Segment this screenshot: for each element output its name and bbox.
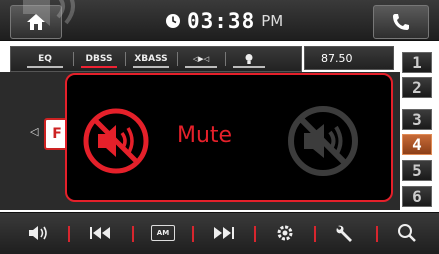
tab-balance-label: ◁▶◁	[192, 55, 210, 63]
muted-speaker-icon[interactable]	[287, 105, 359, 177]
tab-dbss-label: DBSS	[85, 54, 113, 64]
preset-3-label: 3	[412, 110, 422, 129]
clock: 03:38 PM	[165, 9, 283, 33]
tab-xbass[interactable]: XBASS	[129, 49, 173, 69]
car-stereo-screen: 03:38 PM EQ DBSS XBASS ◁▶◁ 87.50 1 2 3 4…	[0, 0, 439, 254]
am-band-button[interactable]: AM	[148, 221, 178, 245]
divider	[68, 226, 70, 242]
tab-underline	[133, 66, 169, 68]
previous-track-icon	[90, 227, 110, 239]
frequency-value: 87.50	[321, 51, 353, 65]
settings-icon	[277, 225, 293, 241]
divider	[125, 52, 126, 66]
search-button[interactable]	[392, 221, 422, 245]
tab-underline	[81, 66, 117, 68]
mute-label: Mute	[177, 123, 233, 148]
lightbulb-icon	[245, 54, 253, 64]
preset-2-button[interactable]: 2	[402, 77, 432, 98]
top-bar: 03:38 PM	[0, 0, 439, 41]
mute-speaker-icon[interactable]	[82, 107, 150, 175]
divider	[254, 226, 256, 242]
mute-popup: Mute	[65, 73, 393, 202]
preset-5-label: 5	[412, 161, 422, 180]
search-icon	[398, 224, 416, 242]
am-band-icon: AM	[151, 225, 175, 241]
left-arrow-icon[interactable]: ◁	[30, 125, 38, 138]
divider	[314, 226, 316, 242]
next-track-button[interactable]	[208, 221, 238, 245]
clock-icon	[166, 14, 180, 28]
divider	[73, 52, 74, 66]
bottom-control-bar: AM	[0, 212, 439, 254]
previous-track-button[interactable]	[86, 221, 116, 245]
preset-3-button[interactable]: 3	[402, 109, 432, 130]
tab-illumination[interactable]	[229, 49, 269, 69]
volume-icon	[29, 226, 47, 240]
preset-1-label: 1	[412, 53, 422, 72]
preset-2-label: 2	[412, 78, 422, 97]
preset-4-label: 4	[412, 135, 422, 154]
settings-button[interactable]	[270, 221, 300, 245]
tools-button[interactable]	[330, 221, 360, 245]
volume-ghost-icon	[23, 0, 75, 26]
tab-eq[interactable]: EQ	[23, 49, 67, 69]
phone-icon	[393, 14, 409, 30]
tab-underline	[27, 66, 63, 68]
audio-settings-bar: EQ DBSS XBASS ◁▶◁	[10, 46, 302, 72]
divider	[177, 52, 178, 66]
preset-6-label: 6	[412, 187, 422, 206]
divider	[192, 226, 194, 242]
tab-xbass-label: XBASS	[134, 54, 168, 64]
preset-5-button[interactable]: 5	[402, 160, 432, 181]
frequency-display: 87.50	[304, 46, 394, 70]
source-chip-label: F	[52, 126, 62, 142]
tab-underline	[233, 66, 265, 68]
preset-6-button[interactable]: 6	[402, 186, 432, 207]
preset-1-button[interactable]: 1	[402, 52, 432, 73]
preset-4-button[interactable]: 4	[402, 134, 432, 155]
tab-dbss[interactable]: DBSS	[77, 49, 121, 69]
wrench-icon	[336, 225, 352, 242]
volume-button[interactable]	[24, 221, 54, 245]
divider	[376, 226, 378, 242]
clock-ampm: PM	[261, 12, 284, 30]
tab-eq-label: EQ	[38, 54, 52, 64]
phone-button[interactable]	[373, 5, 429, 39]
divider	[132, 226, 134, 242]
next-track-icon	[214, 227, 234, 239]
divider	[225, 52, 226, 66]
tab-underline	[185, 66, 217, 68]
clock-time: 03:38	[187, 9, 256, 33]
tab-balance[interactable]: ◁▶◁	[181, 49, 221, 69]
